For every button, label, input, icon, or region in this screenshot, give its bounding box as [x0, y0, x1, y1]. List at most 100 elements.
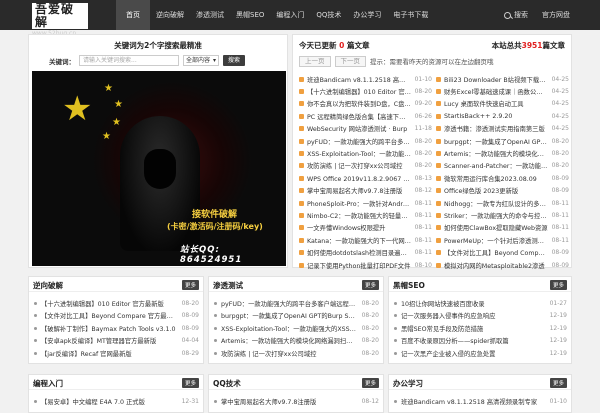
category-item[interactable]: Artemis：一款功能强大的模块化网络漏洞扫描和... 08-20: [214, 335, 379, 348]
update-item[interactable]: Scanner-and-Patcher：一款功能强大 08-20: [436, 160, 569, 172]
update-date: 01-10: [414, 75, 432, 83]
update-item[interactable]: PowerMeUp：一个针对后渗透测试的 08-11: [436, 234, 569, 246]
official-drive-link[interactable]: 官方网盘: [542, 10, 570, 20]
category-title: QQ技术: [213, 379, 241, 388]
category-item[interactable]: 【易安卓】中文编程 E4A 7.0 正式版 12-31: [34, 395, 199, 408]
category-item[interactable]: 【十六进制编辑器】010 Editor 官方最新版 08-20: [34, 297, 199, 310]
category-item-title: pyFUD：一款功能强大的跨平台多客户端远程访问: [221, 300, 359, 308]
more-button[interactable]: 更多: [361, 378, 379, 388]
update-item[interactable]: 如何使用dotdotslash检测目录遍历漏洞 08-11: [299, 246, 432, 258]
update-item[interactable]: Office绿色版 2023更新版 08-09: [436, 185, 569, 197]
file-icon: [436, 250, 441, 256]
nav-item-programming[interactable]: 编程入门: [270, 0, 310, 30]
nav-item-qq[interactable]: QQ技术: [310, 0, 347, 30]
update-item[interactable]: 你不会真以为把软件装到D盘，C盘就不会满吧？09-20: [299, 98, 432, 110]
category-item[interactable]: 记一次黑产企业被入侵的应急处置 12-19: [394, 347, 567, 360]
update-title: WebSecurity 网站渗透测试 · Burp: [307, 126, 408, 134]
scope-select[interactable]: 全部内容: [183, 55, 219, 66]
update-item[interactable]: 模拟对内网的Metasploitable2渗透 08-09: [436, 259, 569, 271]
update-item[interactable]: 一文弄懂Windows权限提升 08-11: [299, 222, 432, 234]
more-button[interactable]: 更多: [361, 280, 379, 290]
update-item[interactable]: Artemis：一款功能强大的模块化网络 08-20: [436, 147, 569, 159]
main-nav: 首页 逆向破解 渗透测试 黑帽SEO 编程入门 QQ技术 办公学习 电子书下载: [116, 0, 434, 30]
update-title: 【文件对比工具】Beyond Compare 官方: [444, 250, 549, 258]
update-item[interactable]: 【十六进制编辑器】010 Editor 官方最 08-20: [299, 85, 432, 97]
category-pentest: 渗透测试 更多 pyFUD：一款功能强大的跨平台多客户端远程访问 08-20 bur…: [208, 276, 384, 364]
more-button[interactable]: 更多: [181, 378, 199, 388]
category-item[interactable]: 【文件对比工具】Beyond Compare 官方最新版 08-09: [34, 310, 199, 323]
update-item[interactable]: Bili23 Downloader B站视频下载工具 04-25: [436, 73, 569, 85]
category-item[interactable]: XSS-Exploitation-Tool：一款功能强大的XSS漏... 08-2…: [214, 322, 379, 335]
more-button[interactable]: 更多: [181, 280, 199, 290]
total-suffix: 篇文章: [542, 41, 566, 50]
nav-item-office[interactable]: 办公学习: [347, 0, 387, 30]
category-qq: QQ技术 更多 掌中宝周易起名大师v9.7.8注册版 08-12: [208, 374, 384, 413]
category-item[interactable]: 掌中宝周易起名大师v9.7.8注册版 08-12: [214, 395, 379, 408]
category-item[interactable]: 攻防演练 | 记一次打穿xx公司域控 08-20: [214, 347, 379, 360]
more-button[interactable]: 更多: [549, 378, 567, 388]
total-count-line: 本站总共3951篇文章: [492, 40, 565, 51]
update-item[interactable]: 渗透书籍：渗透测试实用指南第三版 04-25: [436, 123, 569, 135]
category-item[interactable]: pyFUD：一款功能强大的跨平台多客户端远程访问 08-20: [214, 297, 379, 310]
update-title: burpgpt：一款集成了OpenAI GPT的: [444, 138, 549, 146]
today-suffix: 篇文章: [346, 41, 370, 50]
update-item[interactable]: Lucy 桌面软件快速启动工具 04-25: [436, 98, 569, 110]
nav-item-seo[interactable]: 黑帽SEO: [230, 0, 270, 30]
update-item[interactable]: StartIsBack++ 2.9.20 04-25: [436, 110, 569, 122]
category-item[interactable]: 【安卓apk反编译】MT管理器官方最新版 04-04: [34, 335, 199, 348]
top-search-link[interactable]: 搜索: [504, 10, 528, 20]
category-item[interactable]: 百度不收录原因分析——spider抓取篇 12-19: [394, 335, 567, 348]
update-item[interactable]: 微软常用运行库合集2023.08.09 08-09: [436, 172, 569, 184]
category-item-date: 04-04: [181, 337, 199, 345]
category-item[interactable]: 黑帽SEO常见手段及防范措施 12-19: [394, 322, 567, 335]
file-icon: [436, 138, 441, 144]
category-header: 逆向破解 更多: [29, 277, 203, 292]
update-item[interactable]: WPS Office 2019v11.8.2.9067 专业版 08-13: [299, 172, 432, 184]
update-item[interactable]: 如何使用ClawBox提取隐藏Web资源 08-11: [436, 222, 569, 234]
file-icon: [436, 262, 441, 268]
update-date: 08-20: [414, 150, 432, 158]
update-item[interactable]: pyFUD：一款功能强大的跨平台多客户端 08-20: [299, 135, 432, 147]
update-item[interactable]: 【文件对比工具】Beyond Compare 官方08-09: [436, 246, 569, 258]
update-item[interactable]: PhoneSploit-Pro：一款针对Android设 08-11: [299, 197, 432, 209]
category-item[interactable]: 【破解补丁制作】Baymax Patch Tools v3.1.0 08-09: [34, 322, 199, 335]
update-item[interactable]: Nidhogg：一款专为红队设计的多功能 08-11: [436, 197, 569, 209]
update-item[interactable]: 班迪Bandicam v8.1.1.2518 高清视频录01-10: [299, 73, 432, 85]
nav-item-home[interactable]: 首页: [116, 0, 150, 30]
category-item[interactable]: 记一次服务器入侵事件的应急响应 12-19: [394, 310, 567, 323]
category-item-title: 【易安卓】中文编程 E4A 7.0 正式版: [41, 398, 145, 406]
category-item[interactable]: 10招让你网站快速被百度收录 01-27: [394, 297, 567, 310]
category-item-date: 12-19: [549, 337, 567, 345]
category-item[interactable]: 【jar反编译】Recaf 官网最新版 08-29: [34, 347, 199, 360]
update-item[interactable]: 掌中宝周易起名大师v9.7.8注册版 08-12: [299, 185, 432, 197]
category-item[interactable]: burpgpt：一款集成了OpenAI GPT的Burp Suit... 08-2…: [214, 310, 379, 323]
nav-item-reverse[interactable]: 逆向破解: [150, 0, 190, 30]
update-item[interactable]: 攻防演练 | 记一次打穿xx公司域控 08-20: [299, 160, 432, 172]
update-title: Katana：一款功能强大的下一代网络爬虫: [307, 237, 412, 245]
update-item[interactable]: Nimbo-C2：一款功能强大的轻量级C2框架08-11: [299, 209, 432, 221]
update-item[interactable]: 财务Excel零基础速成课｜函数公式+数 04-25: [436, 85, 569, 97]
keyword-label: 关键词：: [49, 57, 75, 66]
topbar-right: 搜索 官方网盘: [504, 0, 570, 30]
nav-item-pentest[interactable]: 渗透测试: [190, 0, 230, 30]
category-list: pyFUD：一款功能强大的跨平台多客户端远程访问 08-20 burpgpt：一款集…: [214, 297, 379, 360]
prev-page-button[interactable]: 上一页: [299, 55, 331, 67]
update-item[interactable]: PC 远程精简绿色版合集【高速下载】 06-26: [299, 110, 432, 122]
update-date: 04-25: [551, 112, 569, 120]
update-item[interactable]: Striker：一款功能强大的命令与控制C2 08-11: [436, 209, 569, 221]
update-title: Nimbo-C2：一款功能强大的轻量级C2框架: [307, 212, 412, 220]
keyword-input[interactable]: 请输入关键词搜索...: [79, 55, 179, 66]
update-item[interactable]: 记录下使用Python批量打印PDF文件 08-10: [299, 259, 432, 271]
update-item[interactable]: burpgpt：一款集成了OpenAI GPT的 08-20: [436, 135, 569, 147]
nav-item-ebook[interactable]: 电子书下载: [387, 0, 434, 30]
today-count-line: 今天已更新 0 篇文章: [299, 40, 369, 51]
more-button[interactable]: 更多: [549, 280, 567, 290]
site-logo[interactable]: 吾爱破解 www.52bug.cn: [32, 3, 88, 37]
next-page-button[interactable]: 下一页: [334, 55, 366, 67]
update-item[interactable]: XSS-Exploitation-Tool：一款功能强大 08-20: [299, 147, 432, 159]
update-item[interactable]: Katana：一款功能强大的下一代网络爬虫08-11: [299, 234, 432, 246]
keyword-search-button[interactable]: 搜索: [223, 55, 246, 66]
promo-banner[interactable]: ★ ★ ★ ★ ★ 接软件破解 (卡密/激活码/注册码/key) 站长QQ: 8…: [32, 71, 286, 266]
category-item[interactable]: 班迪Bandicam v8.1.1.2518 高清视频录制专家 01-10: [394, 395, 567, 408]
update-item[interactable]: WebSecurity 网站渗透测试 · Burp 11-18: [299, 123, 432, 135]
